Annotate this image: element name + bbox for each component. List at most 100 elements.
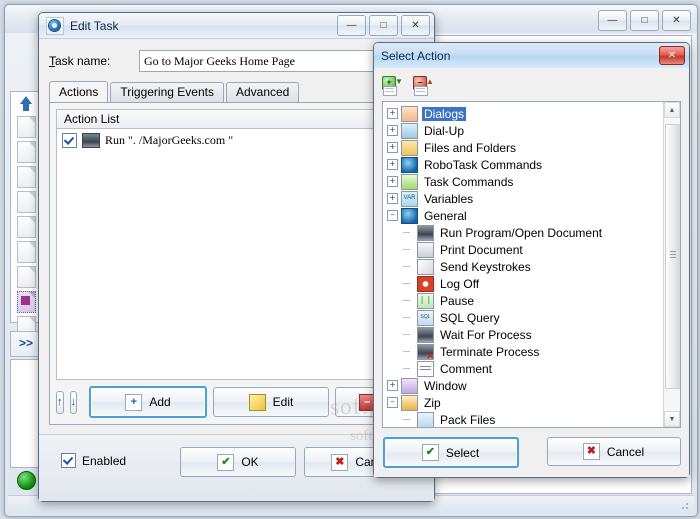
document-icon[interactable] <box>16 216 36 238</box>
tree-item[interactable]: + Files and Folders <box>387 139 664 156</box>
tree-item-label: SQL Query <box>440 310 500 325</box>
remove-group-icon[interactable]: – ▲ <box>413 76 435 96</box>
up-arrow-icon[interactable] <box>17 95 35 113</box>
tree-item[interactable]: Comment <box>387 360 664 377</box>
tree-item[interactable]: + VAR Variables <box>387 190 664 207</box>
tree-item[interactable]: SQL SQL Query <box>387 309 664 326</box>
task-name-row: Task name: Go to Major Geeks Home Page <box>49 50 424 72</box>
tree-item-label: Task Commands <box>424 174 514 189</box>
tree-item[interactable]: Send Keystrokes <box>387 258 664 275</box>
close-button[interactable]: ✕ <box>662 10 691 31</box>
robotask-gear-icon <box>46 16 64 35</box>
document-icon[interactable] <box>16 166 36 188</box>
document-icon[interactable] <box>16 266 36 288</box>
expand-icon[interactable]: + <box>387 176 398 187</box>
maximize-button[interactable]: □ <box>630 10 659 31</box>
minimize-button[interactable]: — <box>598 10 627 31</box>
edit-task-tabs: Actions Triggering Events Advanced <box>49 81 424 104</box>
tree-item-label: Variables <box>424 191 474 206</box>
edit-task-minimize-button[interactable]: — <box>337 15 366 36</box>
run-program-icon <box>417 224 434 241</box>
tree-item[interactable]: + Task Commands <box>387 173 664 190</box>
edit-button-label: Edit <box>272 395 294 409</box>
tree-item-label: Print Document <box>440 242 523 257</box>
resize-grip-icon[interactable] <box>678 499 690 511</box>
action-label: Run ". /MajorGeeks.com " <box>105 133 234 147</box>
pencil-icon <box>248 393 266 411</box>
tree-item[interactable]: Print Document <box>387 241 664 258</box>
expand-icon[interactable]: + <box>387 142 398 153</box>
expand-icon[interactable]: + <box>387 193 398 204</box>
select-action-toolbar: + ▼ – ▲ <box>382 73 435 99</box>
tree-item-label: Zip <box>424 395 441 410</box>
tree-item-label: Files and Folders <box>424 140 517 155</box>
zip-icon <box>401 394 418 411</box>
collapse-icon[interactable]: – <box>387 210 398 221</box>
edit-task-close-button[interactable]: ✕ <box>401 15 430 36</box>
tree-connector <box>403 419 410 420</box>
document-icon-selected[interactable] <box>16 291 36 313</box>
tab-triggering-events[interactable]: Triggering Events <box>110 82 224 103</box>
tree-item[interactable]: Run Program/Open Document <box>387 224 664 241</box>
keystrokes-icon <box>417 258 434 275</box>
expand-icon[interactable]: + <box>387 125 398 136</box>
tree-item-label: Pause <box>440 293 475 308</box>
tree-item[interactable]: Terminate Process <box>387 343 664 362</box>
expand-icon[interactable]: + <box>387 159 398 170</box>
scrollbar-thumb[interactable] <box>665 124 680 389</box>
action-tree[interactable]: + Dialogs + Dial-Up + Files and Folders + RoboT… <box>383 102 664 427</box>
select-action-cancel-button[interactable]: ✖ Cancel <box>546 437 681 466</box>
enabled-checkbox[interactable] <box>61 453 76 468</box>
tree-item[interactable]: Pack Files <box>387 411 664 427</box>
add-button[interactable]: + Add <box>89 386 207 418</box>
select-action-close-button[interactable]: ✕ <box>659 46 685 65</box>
expand-icon[interactable]: + <box>387 108 398 119</box>
check-icon: ✔ <box>217 453 235 471</box>
collapse-icon[interactable]: – <box>387 397 398 408</box>
expand-icon[interactable]: + <box>387 380 398 391</box>
tree-item-label: Comment <box>440 361 493 376</box>
dialup-modem-icon <box>401 122 418 139</box>
pack-files-icon <box>417 411 434 427</box>
tree-item[interactable]: ❘❘ Pause <box>387 292 664 309</box>
tree-item[interactable]: + Dial-Up <box>387 122 664 139</box>
document-icon[interactable] <box>16 191 36 213</box>
enabled-row[interactable]: Enabled <box>61 453 126 468</box>
action-enabled-checkbox[interactable] <box>62 133 77 148</box>
move-up-button[interactable]: ↑ <box>56 390 64 414</box>
scroll-down-button[interactable]: ▼ <box>664 411 680 427</box>
action-list-header: Action List <box>56 109 417 129</box>
add-group-icon[interactable]: + ▼ <box>382 76 404 96</box>
ok-button[interactable]: ✔ OK <box>180 447 296 477</box>
tree-item[interactable]: Wait For Process <box>387 326 664 343</box>
scroll-up-button[interactable]: ▲ <box>664 102 680 118</box>
edit-task-title: Edit Task <box>70 18 119 33</box>
tree-item[interactable]: + Dialogs <box>387 105 664 122</box>
edit-button[interactable]: Edit <box>213 387 329 417</box>
move-down-button[interactable]: ↓ <box>69 390 77 414</box>
tree-item[interactable]: Log Off <box>387 275 664 292</box>
expand-chevron-icon[interactable]: >> <box>11 332 41 354</box>
tree-item[interactable]: + RoboTask Commands <box>387 156 664 173</box>
plus-icon: + <box>125 393 143 411</box>
list-item[interactable]: Run ". /MajorGeeks.com " <box>57 129 416 148</box>
task-name-label: Task name: <box>49 54 111 68</box>
tree-connector <box>403 300 410 301</box>
screen: — □ ✕ >> Edit Task — □ ✕ Task name: Go t… <box>0 0 700 519</box>
tab-actions[interactable]: Actions <box>49 81 109 104</box>
tree-item[interactable]: – Zip <box>387 394 664 411</box>
tree-vertical-scrollbar[interactable]: ▲ ▼ <box>663 102 680 427</box>
group-list-icon <box>383 86 397 96</box>
action-tree-container: + Dialogs + Dial-Up + Files and Folders + RoboT… <box>382 101 681 428</box>
sql-query-icon: SQL <box>417 309 434 326</box>
document-icon[interactable] <box>16 241 36 263</box>
tree-item[interactable]: + Window <box>387 377 664 394</box>
tree-item[interactable]: – General <box>387 207 664 224</box>
edit-task-maximize-button[interactable]: □ <box>369 15 398 36</box>
tab-advanced[interactable]: Advanced <box>225 82 300 103</box>
select-button[interactable]: ✔ Select <box>382 437 519 468</box>
document-icon[interactable] <box>16 141 36 163</box>
select-action-cancel-label: Cancel <box>606 444 645 459</box>
action-list[interactable]: Run ". /MajorGeeks.com " <box>56 129 417 380</box>
document-icon[interactable] <box>16 116 36 138</box>
